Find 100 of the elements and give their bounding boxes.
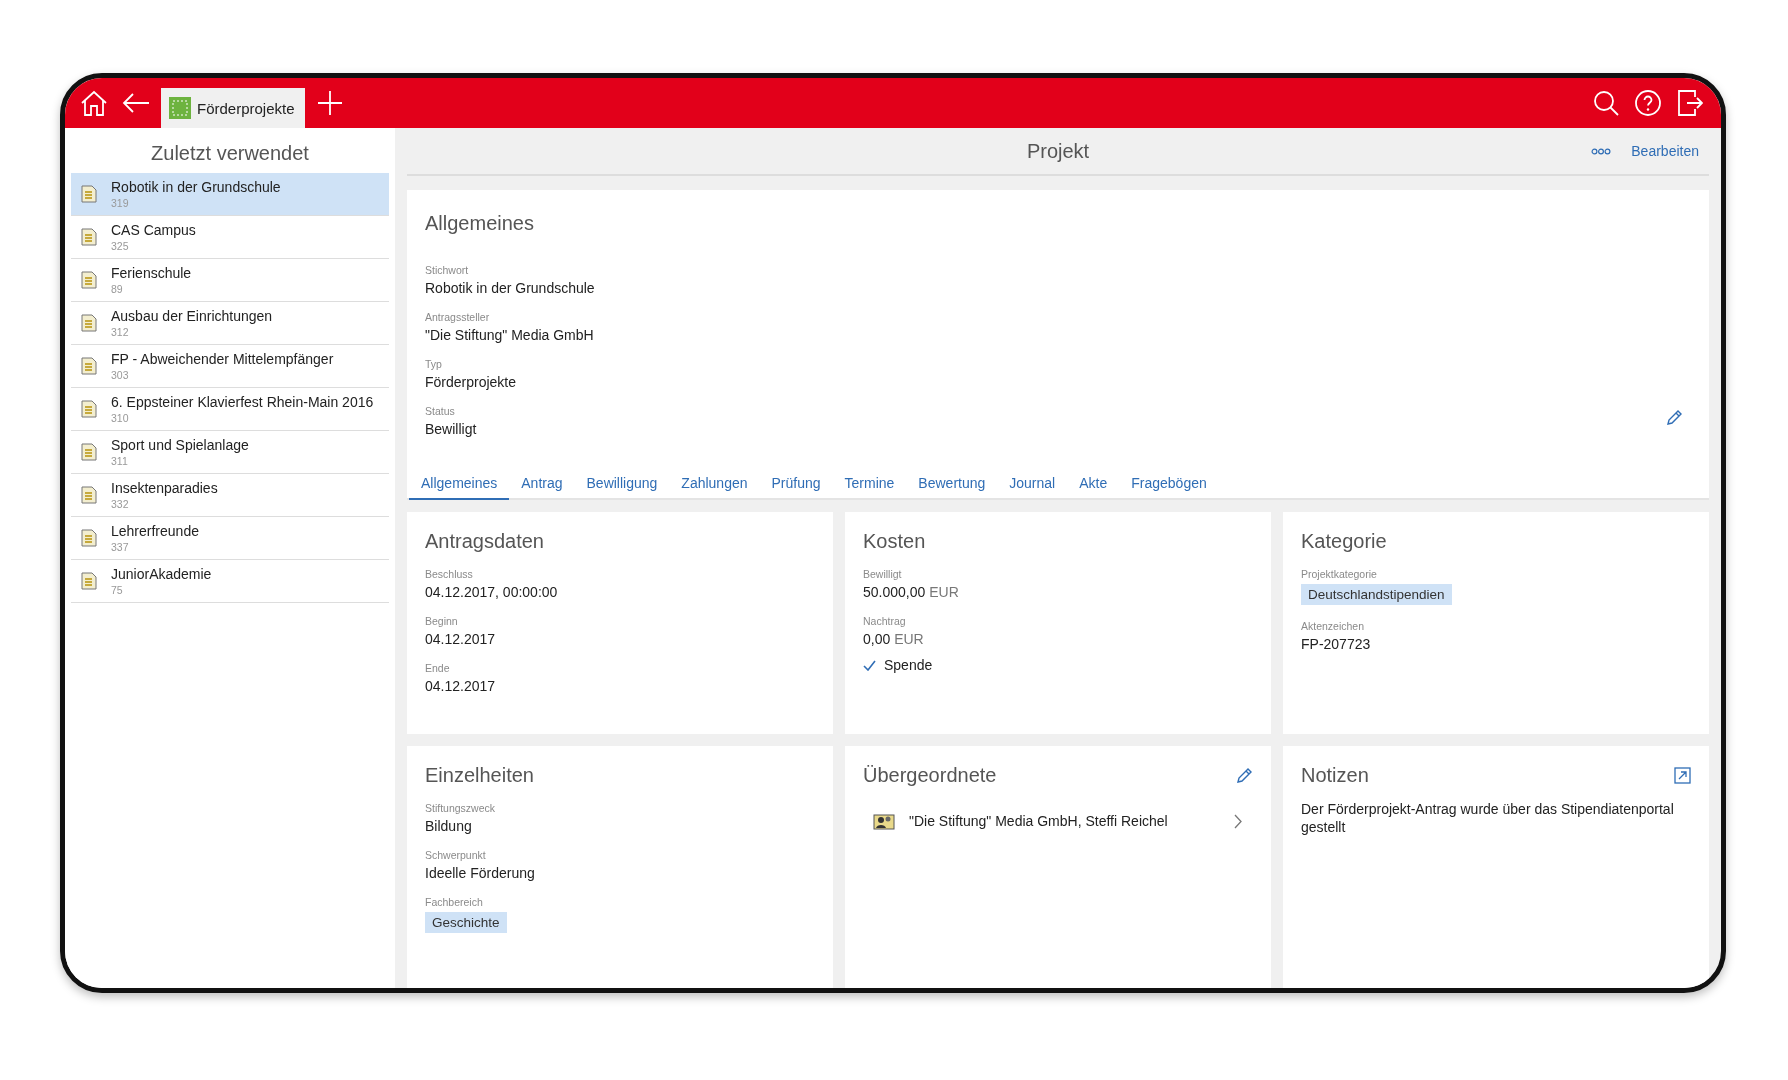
item-number: 332 (111, 498, 130, 510)
tab[interactable]: Bewertung (906, 469, 998, 500)
card-title: Kategorie (1301, 530, 1387, 553)
recent-item[interactable]: Sport und Spielanlage 311 (71, 431, 389, 474)
item-title: Sport und Spielanlage (111, 437, 249, 453)
tab[interactable]: Antrag (509, 469, 575, 500)
recent-item[interactable]: FP - Abweichender Mittelempfänger 303 (71, 345, 389, 388)
recent-item[interactable]: 6. Eppsteiner Klavierfest Rhein-Main 2016 310 (71, 388, 389, 431)
document-icon (81, 314, 97, 332)
help-icon (1634, 89, 1662, 117)
field-value: Ideelle Förderung (425, 865, 536, 881)
item-title: 6. Eppsteiner Klavierfest Rhein-Main 2016 (111, 394, 374, 410)
more-button[interactable] (1591, 147, 1612, 155)
item-title: Lehrerfreunde (111, 523, 199, 539)
edit-button[interactable] (1235, 766, 1253, 785)
document-icon (81, 443, 97, 461)
card-title: Antragsdaten (425, 530, 544, 553)
recent-item[interactable]: Lehrerfreunde 337 (71, 517, 389, 560)
document-icon (81, 185, 97, 203)
module-icon (169, 97, 191, 119)
tab[interactable]: Bewilligung (574, 469, 670, 500)
field-value: 04.12.2017, 00:00:00 (425, 584, 559, 600)
document-icon (81, 572, 97, 590)
check-label: Spende (884, 657, 933, 673)
open-external-button[interactable] (1674, 767, 1691, 784)
item-title: Ausbau der Einrichtungen (111, 308, 273, 324)
item-title: CAS Campus (111, 222, 196, 238)
field-label: Beginn (425, 615, 459, 627)
item-number: 319 (111, 197, 130, 209)
edit-link[interactable]: Bearbeiten (1631, 143, 1699, 159)
recent-item[interactable]: JuniorAkademie 75 (71, 560, 389, 603)
document-icon (81, 357, 97, 375)
tab[interactable]: Prüfung (759, 469, 833, 500)
document-icon (81, 529, 97, 547)
card-title: Übergeordnete (863, 764, 997, 787)
field-label: Typ (425, 358, 443, 370)
tab[interactable]: Akte (1067, 469, 1120, 500)
item-number: 325 (111, 240, 130, 252)
back-arrow-icon (122, 93, 150, 113)
pencil-icon (1235, 766, 1253, 785)
more-dots-icon (1591, 147, 1612, 155)
field-value: 04.12.2017 (425, 678, 497, 694)
tag-chip: Deutschlandstipendien (1301, 584, 1452, 605)
item-number: 310 (111, 412, 130, 424)
field-label: Antragssteller (425, 311, 491, 323)
recent-item[interactable]: Ausbau der Einrichtungen 312 (71, 302, 389, 345)
field-label: Schwerpunkt (425, 849, 487, 861)
field-label: Nachtrag (863, 615, 907, 627)
field-value: FP-207723 (1301, 636, 1372, 652)
document-icon (81, 486, 97, 504)
tab[interactable]: Zahlungen (669, 469, 760, 500)
field-value: Förderprojekte (425, 374, 518, 390)
field-label: Bewilligt (863, 568, 903, 580)
edit-button[interactable] (1665, 409, 1683, 427)
chevron-right-icon (1234, 813, 1243, 829)
tag-chip: Geschichte (425, 912, 507, 933)
field-value: Bildung (425, 818, 473, 834)
recent-item[interactable]: Ferienschule 89 (71, 259, 389, 302)
section-heading: Allgemeines (425, 212, 534, 235)
field-label: Stiftungszweck (425, 802, 497, 814)
plus-icon (316, 90, 343, 116)
recent-item[interactable]: Insektenparadies 332 (71, 474, 389, 517)
external-link-icon (1674, 767, 1691, 784)
document-icon (81, 400, 97, 418)
field-value: "Die Stiftung" Media GmbH (425, 327, 595, 343)
item-number: 75 (111, 584, 124, 596)
item-number: 312 (111, 326, 130, 338)
tab[interactable]: Fragebögen (1119, 469, 1219, 500)
field-label: Ende (425, 662, 451, 674)
item-title: Robotik in der Grundschule (111, 179, 281, 195)
home-icon (79, 89, 109, 117)
recent-item[interactable]: Robotik in der Grundschule 319 (71, 173, 389, 216)
item-title: Ferienschule (111, 265, 192, 281)
page-title: Projekt (1026, 139, 1090, 163)
field-value: 50.000,00 EUR (863, 584, 960, 600)
field-label: Beschluss (425, 568, 474, 580)
card-title: Kosten (863, 530, 926, 553)
card-title: Einzelheiten (425, 764, 534, 787)
parent-link-row[interactable]: "Die Stiftung" Media GmbH, Steffi Reichel (863, 801, 1253, 841)
field-value: Bewilligt (425, 421, 478, 437)
item-title: FP - Abweichender Mittelempfänger (111, 351, 334, 367)
app-tab[interactable]: Förderprojekte (161, 88, 305, 128)
pencil-icon (1665, 409, 1683, 427)
card-title: Notizen (1301, 764, 1369, 787)
item-number: 311 (111, 455, 129, 467)
field-value: 04.12.2017 (425, 631, 497, 647)
tab[interactable]: Allgemeines (409, 469, 510, 500)
tab[interactable]: Termine (832, 469, 907, 500)
field-value: 0,00 EUR (863, 631, 925, 647)
item-number: 337 (111, 541, 130, 553)
field-label: Fachbereich (425, 896, 484, 908)
search-icon (1592, 89, 1620, 117)
field-label: Status (425, 405, 456, 417)
document-icon (81, 228, 97, 246)
item-title: JuniorAkademie (111, 566, 212, 582)
tab[interactable]: Journal (997, 469, 1068, 500)
recent-item[interactable]: CAS Campus 325 (71, 216, 389, 259)
item-number: 303 (111, 369, 130, 381)
document-icon (81, 271, 97, 289)
sidebar-title: Zuletzt verwendet (150, 141, 310, 166)
